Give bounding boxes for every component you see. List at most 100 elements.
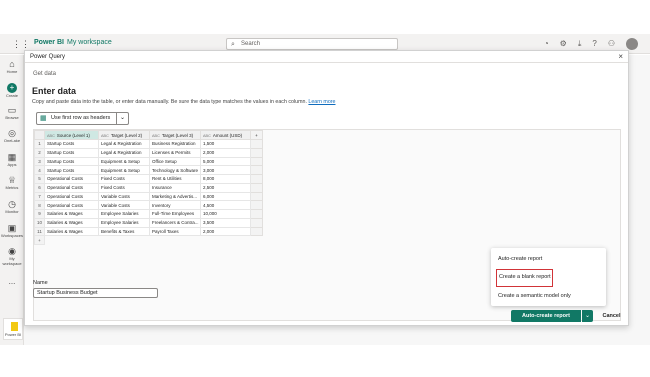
rail-item-create[interactable]: + Create	[0, 83, 24, 98]
chevron-down-icon[interactable]: ⌄	[116, 113, 128, 124]
chevron-down-icon[interactable]: ⌄	[582, 310, 593, 322]
power-bi-switcher[interactable]: Power BI	[3, 318, 23, 340]
table-cell[interactable]: Employee Salaries	[98, 209, 150, 219]
menu-item-auto-create-report[interactable]: Auto-create report	[491, 250, 606, 268]
table-cell[interactable]: Employee Salaries	[98, 217, 150, 228]
type-icon[interactable]: ABC	[101, 134, 109, 138]
app-launcher-icon[interactable]: ⋮⋮	[12, 39, 30, 49]
table-cell[interactable]: Startup Costs	[44, 147, 99, 158]
rail-item-browse[interactable]: ▭ Browse	[0, 105, 24, 120]
table-cell[interactable]: 3,000	[200, 165, 251, 175]
table-cell[interactable]: Business Registration	[149, 139, 201, 149]
share-icon[interactable]: ⚇	[608, 38, 615, 50]
gear-icon[interactable]: ⚙	[560, 38, 567, 50]
table-cell[interactable]: 3,500	[200, 217, 251, 228]
rail-item-monitor[interactable]: ◷ Monitor	[0, 199, 24, 214]
rail-label: Metrics	[5, 185, 19, 190]
download-icon[interactable]: ⤓	[578, 38, 582, 50]
rail-item-onelake[interactable]: ◎ OneLake	[0, 128, 24, 143]
table-cell[interactable]: Office Setup	[149, 156, 201, 167]
add-row-button[interactable]: +	[34, 235, 45, 245]
learn-more-link[interactable]: Learn more	[308, 99, 335, 105]
table-cell[interactable]: Freelancers & Contra...	[149, 217, 201, 228]
power-query-dialog: Power Query × Get data Enter data Copy a…	[24, 50, 629, 326]
column-header[interactable]: ABC Target (Level 2)	[98, 130, 150, 140]
rail-item-apps[interactable]: ▦ Apps	[0, 152, 24, 167]
menu-item-create-blank-report[interactable]: Create a blank report	[496, 269, 553, 287]
table-cell[interactable]: Technology & Software	[149, 165, 201, 175]
table-cell[interactable]: Fixed Costs	[98, 182, 150, 193]
help-icon[interactable]: ?	[592, 38, 596, 50]
avatar[interactable]	[626, 38, 638, 50]
table-cell[interactable]: 6,000	[200, 191, 251, 202]
rail-item-workspaces[interactable]: ▣ Workspaces	[0, 223, 24, 238]
table-cell[interactable]: Variable Costs	[98, 200, 150, 210]
table-cell[interactable]: Operational Costs	[44, 174, 99, 184]
table-cell[interactable]: 2,500	[200, 182, 251, 193]
table-cell[interactable]: Benefits & Taxes	[98, 226, 150, 237]
row-number[interactable]: 4	[34, 165, 45, 175]
table-cell[interactable]: 10,000	[200, 209, 251, 219]
rail-item-metrics[interactable]: ♕ Metrics	[0, 175, 24, 190]
table-cell[interactable]: Equipment & Setup	[98, 156, 150, 167]
column-header[interactable]: ABC Amount (USD)	[200, 130, 251, 140]
add-column-button[interactable]: +	[250, 130, 263, 140]
type-icon[interactable]: ABC	[152, 134, 160, 138]
table-cell[interactable]: 2,000	[200, 226, 251, 237]
grid-corner[interactable]	[34, 130, 45, 140]
table-cell[interactable]: Startup Costs	[44, 165, 99, 175]
table-cell[interactable]: Inventory	[149, 200, 201, 210]
close-icon[interactable]: ×	[618, 52, 623, 61]
table-cell[interactable]: Operational Costs	[44, 191, 99, 202]
table-cell[interactable]: 5,000	[200, 156, 251, 167]
table-cell[interactable]: 2,000	[200, 147, 251, 158]
column-header[interactable]: ABC Target (Level 3)	[149, 130, 201, 140]
table-cell[interactable]: Operational Costs	[44, 200, 99, 210]
table-cell[interactable]: 8,000	[200, 174, 251, 184]
table-cell[interactable]: Variable Costs	[98, 191, 150, 202]
cancel-button[interactable]: Cancel	[599, 310, 624, 322]
type-icon[interactable]: ABC	[203, 134, 211, 138]
table-cell[interactable]: 1,500	[200, 139, 251, 149]
table-cell[interactable]: Full-Time Employees	[149, 209, 201, 219]
table-cell[interactable]: Insurance	[149, 182, 201, 193]
workspace-link[interactable]: My workspace	[67, 39, 112, 46]
table-cell[interactable]: Startup Costs	[44, 139, 99, 149]
table-cell[interactable]: Salaries & Wages	[44, 217, 99, 228]
auto-create-report-button[interactable]: Auto-create report	[511, 310, 581, 322]
table-cell[interactable]: Marketing & Advertis...	[149, 191, 201, 202]
row-number[interactable]: 6	[34, 182, 45, 193]
rail-more[interactable]: ...	[0, 277, 24, 286]
table-cell[interactable]: Startup Costs	[44, 156, 99, 167]
brand-name[interactable]: Power BI	[34, 39, 64, 46]
bell-icon[interactable]: ◔	[544, 38, 549, 50]
row-number[interactable]: 9	[34, 209, 45, 219]
table-cell[interactable]: Payroll Taxes	[149, 226, 201, 237]
table-cell[interactable]: Licenses & Permits	[149, 147, 201, 158]
row-number[interactable]: 3	[34, 156, 45, 167]
table-cell[interactable]: 4,500	[200, 200, 251, 210]
rail-item-home[interactable]: ⌂ Home	[0, 59, 24, 74]
row-number[interactable]: 5	[34, 174, 45, 184]
row-number[interactable]: 7	[34, 191, 45, 202]
row-number[interactable]: 2	[34, 147, 45, 158]
table-cell[interactable]: Legal & Registration	[98, 147, 150, 158]
rail-item-my-workspace[interactable]: ◉ My workspace	[0, 246, 24, 266]
table-cell[interactable]: Legal & Registration	[98, 139, 150, 149]
row-number[interactable]: 11	[34, 226, 45, 237]
row-number[interactable]: 8	[34, 200, 45, 210]
name-field[interactable]	[33, 288, 158, 298]
table-cell[interactable]: Salaries & Wages	[44, 209, 99, 219]
table-cell[interactable]: Equipment & Setup	[98, 165, 150, 175]
row-number[interactable]: 1	[34, 139, 45, 149]
type-icon[interactable]: ABC	[47, 134, 55, 138]
table-cell[interactable]: Rent & Utilities	[149, 174, 201, 184]
search-input[interactable]: ⌕ Search	[226, 38, 398, 50]
use-first-row-as-headers-button[interactable]: ▦ Use first row as headers ⌄	[36, 112, 129, 125]
row-number[interactable]: 10	[34, 217, 45, 228]
table-cell[interactable]: Operational Costs	[44, 182, 99, 193]
table-cell[interactable]: Fixed Costs	[98, 174, 150, 184]
menu-item-create-semantic-model[interactable]: Create a semantic model only	[491, 287, 606, 305]
column-header[interactable]: ABC Source (Level 1)	[44, 130, 99, 140]
table-cell[interactable]: Salaries & Wages	[44, 226, 99, 237]
